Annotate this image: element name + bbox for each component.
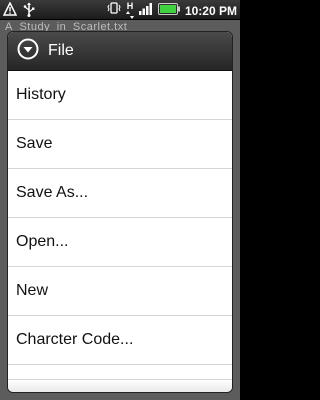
dialog-title: File <box>48 42 74 59</box>
clock-time: 10:20 <box>184 3 216 18</box>
usb-icon <box>23 2 35 22</box>
menu-item-save-as[interactable]: Save As... <box>8 169 232 218</box>
data-arrows-icon <box>125 11 134 19</box>
status-bar: H 10:20 PM <box>0 0 240 20</box>
menu-item-history[interactable]: History <box>8 71 232 120</box>
network-type-indicator: H <box>125 1 134 19</box>
menu-item-character-code[interactable]: Charcter Code... <box>8 316 232 365</box>
menu-item-open[interactable]: Open... <box>8 218 232 267</box>
battery-icon <box>157 2 180 20</box>
menu-list: History Save Save As... Open... New Char… <box>8 71 232 365</box>
clock-ampm: PM <box>219 3 237 18</box>
file-menu-dialog: File History Save Save As... Open... New… <box>8 32 232 392</box>
signal-icon <box>138 1 153 20</box>
vibrate-icon <box>107 1 121 20</box>
network-letter: H <box>126 1 134 11</box>
menu-item-save[interactable]: Save <box>8 120 232 169</box>
scroll-edge[interactable] <box>8 379 232 392</box>
warning-icon <box>2 1 18 22</box>
collapse-chevron-icon[interactable] <box>17 38 39 65</box>
clock: 10:20 PM <box>185 4 237 18</box>
dialog-header[interactable]: File <box>8 32 232 71</box>
menu-item-new[interactable]: New <box>8 267 232 316</box>
